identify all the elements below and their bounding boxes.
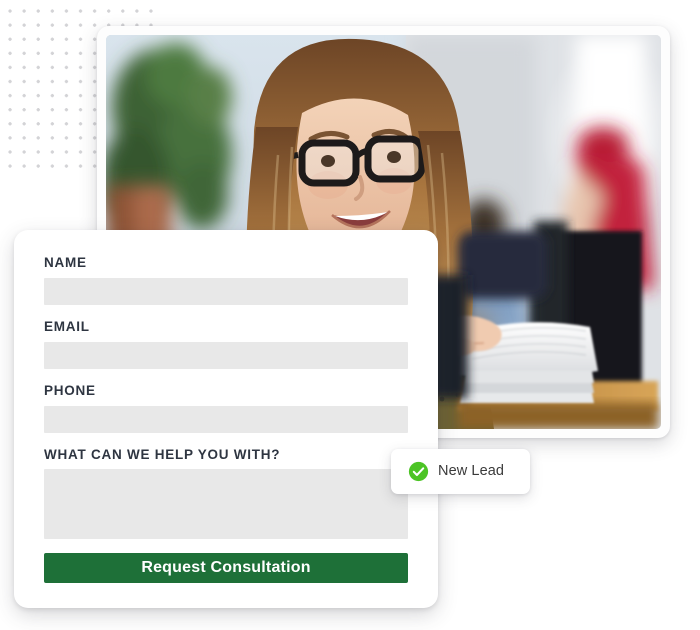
- request-consultation-button[interactable]: Request Consultation: [44, 553, 408, 584]
- phone-label: PHONE: [44, 382, 96, 398]
- message-textarea[interactable]: [44, 469, 408, 540]
- email-input[interactable]: [44, 341, 408, 369]
- name-label: NAME: [44, 255, 87, 270]
- message-label: WHAT CAN WE HELP YOU WITH?: [44, 446, 281, 462]
- new-lead-toast: New Lead: [391, 449, 530, 494]
- phone-input[interactable]: [44, 405, 408, 433]
- contact-form-card: NAME EMAIL PHONE WHAT CAN WE HELP YOU WI…: [14, 230, 438, 608]
- new-lead-label: New Lead: [438, 463, 505, 480]
- check-circle-icon: [408, 461, 429, 482]
- email-label: EMAIL: [44, 318, 90, 334]
- screenshot-stage: NAME EMAIL PHONE WHAT CAN WE HELP YOU WI…: [0, 0, 700, 630]
- name-input[interactable]: [44, 277, 408, 305]
